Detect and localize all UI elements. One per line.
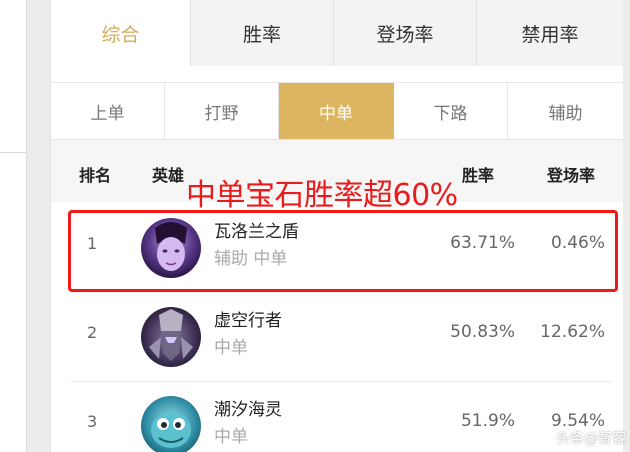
divider (0, 152, 26, 153)
hero-avatar[interactable] (141, 396, 201, 452)
hero-role: 中单 (214, 427, 248, 447)
hero-role: 中单 (214, 338, 248, 358)
tab-winrate[interactable]: 胜率 (191, 0, 334, 66)
lane-tab-mid[interactable]: 中单 (279, 83, 394, 139)
winrate-value: 50.83% (450, 322, 515, 342)
header-winrate[interactable]: 胜率 (462, 162, 494, 186)
chat-bubble-icon (534, 431, 552, 445)
category-tabs: 综合 胜率 登场率 禁用率 (51, 0, 623, 66)
tab-banrate[interactable]: 禁用率 (477, 0, 623, 66)
watermark-text: 头条@智客 (556, 431, 626, 447)
hero-name[interactable]: 虚空行者 (214, 306, 282, 331)
lane-tab-bottom[interactable]: 下路 (394, 83, 508, 139)
left-sidebar-fragment (0, 0, 27, 452)
rank-number: 3 (87, 412, 98, 431)
winrate-value: 51.9% (460, 411, 515, 431)
hero-name[interactable]: 潮汐海灵 (214, 395, 282, 420)
header-rank[interactable]: 排名 (79, 162, 111, 186)
kassadin-portrait-icon (141, 307, 201, 367)
watermark: 头条@智客 (534, 428, 626, 448)
header-pickrate[interactable]: 登场率 (547, 162, 595, 186)
hero-avatar[interactable] (141, 307, 201, 367)
fizz-portrait-icon (141, 396, 201, 452)
header-hero: 英雄 (152, 166, 185, 185)
lane-tab-support[interactable]: 辅助 (508, 83, 623, 139)
pickrate-value: 12.62% (540, 322, 605, 342)
lane-tab-jungle[interactable]: 打野 (165, 83, 279, 139)
lane-tabs: 上单 打野 中单 下路 辅助 (51, 82, 623, 140)
lane-tab-top[interactable]: 上单 (51, 83, 165, 139)
tab-overall[interactable]: 综合 (51, 0, 191, 66)
tab-pickrate[interactable]: 登场率 (334, 0, 477, 66)
highlight-box (68, 210, 618, 292)
rank-number: 2 (87, 323, 98, 342)
annotation-text: 中单宝石胜率超60% (186, 178, 458, 213)
table-row[interactable]: 2 虚空行者 中单 50.83% 12.62% (51, 293, 623, 381)
